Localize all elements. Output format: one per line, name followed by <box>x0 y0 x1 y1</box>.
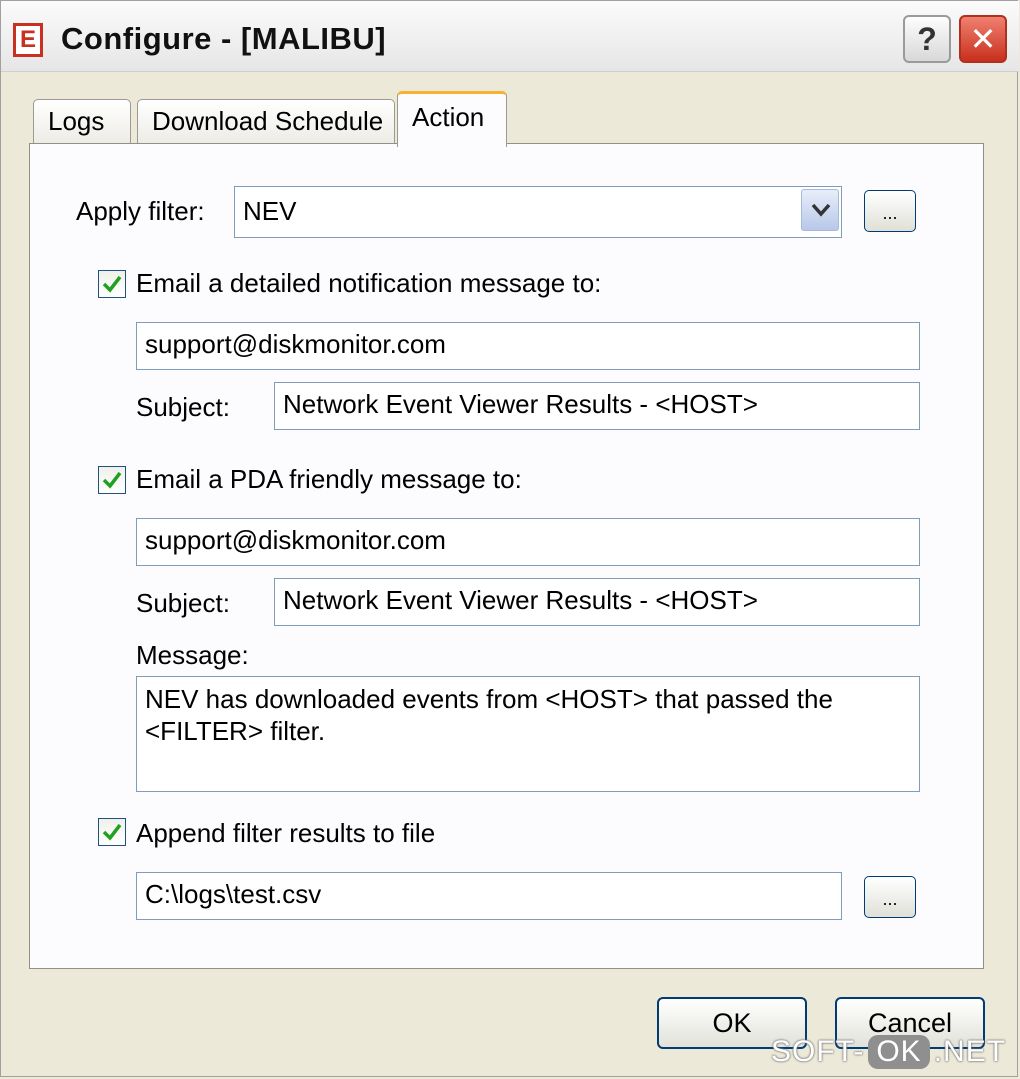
filter-browse-button[interactable]: ... <box>864 190 916 232</box>
append-file-browse-button[interactable]: ... <box>864 876 916 918</box>
title-bar[interactable]: E Configure - [MALIBU] ? ✕ <box>1 1 1019 72</box>
help-button[interactable]: ? <box>903 15 951 63</box>
close-button[interactable]: ✕ <box>959 15 1007 63</box>
append-file-checkbox[interactable] <box>98 818 126 846</box>
app-icon: E <box>13 23 43 57</box>
watermark-middle: OK <box>868 1035 930 1069</box>
checkmark-icon <box>102 275 122 293</box>
email-detailed-label: Email a detailed notification message to… <box>136 268 602 298</box>
email-detailed-subject-input[interactable]: Network Event Viewer Results - <HOST> <box>274 382 920 430</box>
email-pda-subject-label: Subject: <box>136 588 230 618</box>
checkmark-icon <box>102 823 122 841</box>
append-file-path-input[interactable]: C:\logs\test.csv <box>136 872 842 920</box>
email-detailed-address-input[interactable]: support@diskmonitor.com <box>136 322 920 370</box>
action-tab-panel: Apply filter: NEV ... Email a detailed n… <box>29 143 984 969</box>
email-detailed-checkbox[interactable] <box>98 270 126 298</box>
email-pda-label: Email a PDA friendly message to: <box>136 464 522 494</box>
email-pda-subject-input[interactable]: Network Event Viewer Results - <HOST> <box>274 578 920 626</box>
apply-filter-label: Apply filter: <box>76 196 205 226</box>
watermark: SOFT- OK .NET <box>771 1035 1006 1069</box>
watermark-right: .NET <box>933 1035 1007 1068</box>
message-textarea[interactable]: NEV has downloaded events from <HOST> th… <box>136 676 920 792</box>
combobox-dropdown-button[interactable] <box>801 189 839 231</box>
filter-value: NEV <box>243 196 297 226</box>
chevron-down-icon <box>811 203 831 217</box>
message-label: Message: <box>136 640 249 670</box>
configure-dialog: E Configure - [MALIBU] ? ✕ Logs Download… <box>0 0 1019 1077</box>
tab-download-schedule[interactable]: Download Schedule <box>137 99 395 145</box>
email-detailed-subject-label: Subject: <box>136 392 230 422</box>
filter-combobox[interactable]: NEV <box>234 186 842 238</box>
window-title: Configure - [MALIBU] <box>61 21 387 56</box>
checkmark-icon <box>102 471 122 489</box>
tab-logs[interactable]: Logs <box>33 99 131 145</box>
append-file-label: Append filter results to file <box>136 818 436 848</box>
tab-action[interactable]: Action <box>397 91 507 147</box>
email-pda-address-input[interactable]: support@diskmonitor.com <box>136 518 920 566</box>
watermark-left: SOFT- <box>771 1035 865 1068</box>
email-pda-checkbox[interactable] <box>98 466 126 494</box>
